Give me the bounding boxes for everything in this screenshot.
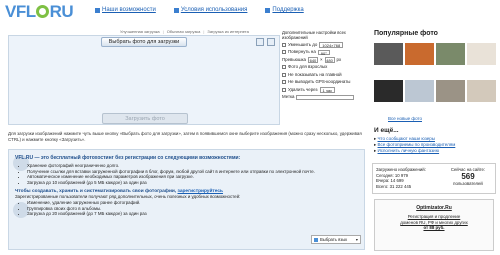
gps-checkbox[interactable]: [282, 80, 286, 85]
note-label: Метка: [282, 94, 295, 100]
more-heading: И ещё...: [374, 127, 399, 134]
stats-box: Загружено изображений: Сегодня: 10 979 В…: [372, 163, 496, 194]
nav-link-features[interactable]: Наши возможности: [102, 7, 156, 13]
online-count: 569: [461, 172, 475, 182]
gps-label: Не выводить GPS-координаты: [288, 79, 351, 85]
hide-main-checkbox[interactable]: [282, 72, 286, 77]
rotate-label: Повернуть на: [288, 49, 316, 55]
all-new-photos-link[interactable]: Все новые фото: [388, 116, 422, 121]
chevron-down-icon: ▾: [355, 236, 358, 242]
upload-options: Дополнительные настройки всех изображени…: [282, 30, 364, 102]
square-bullet-icon: [95, 7, 100, 13]
gps-option: Не выводить GPS-координаты: [282, 79, 364, 87]
square-bullet-icon: [265, 7, 271, 13]
nav-link-support[interactable]: Поддержка: [272, 7, 303, 13]
nav-item-support[interactable]: Поддержка: [265, 7, 304, 13]
tab-url-upload[interactable]: Загрузка из интернета: [207, 29, 248, 34]
preview-unit: px: [336, 56, 342, 62]
delete-select[interactable]: 1 час: [319, 87, 336, 93]
rotate-select[interactable]: 90°: [317, 49, 330, 55]
hide-main-label: Не показывать на главной: [288, 71, 342, 77]
language-selector[interactable]: Выбрать язык ▾: [311, 235, 361, 244]
pick-photo-button[interactable]: Выбрать фото для загрузки: [101, 37, 187, 47]
logo-ring-icon: [36, 5, 50, 18]
square-bullet-icon: [173, 7, 179, 13]
drop-zone[interactable]: [9, 36, 279, 124]
rotate-option: Повернуть на 90°: [282, 49, 364, 57]
popular-photo-thumb[interactable]: [436, 43, 465, 65]
preview-label: Превьюшка: [282, 56, 306, 62]
upload-instructions: Для загрузки изображений нажмите чуть вы…: [8, 131, 362, 142]
list-view-icon[interactable]: [267, 38, 275, 46]
site-logo[interactable]: VFL RU: [5, 2, 74, 22]
features-heading: VFL.RU — это бесплатный фотохостинг без …: [15, 155, 241, 161]
more-link[interactable]: Что сообщают наши юзеры: [378, 136, 435, 141]
popular-photo-thumb[interactable]: [405, 43, 434, 65]
ad-block[interactable]: Optimizator.Ru Регистрация и продление д…: [374, 199, 494, 251]
logo-text-prefix: VFL: [5, 2, 36, 21]
preview-option: Превьюшка 640 × 480 px: [282, 56, 342, 63]
more-links: ▸ Что сообщают наши юзеры ▸ Все фотоприе…: [374, 136, 456, 153]
more-link[interactable]: Все фотоприемы по производителям: [378, 142, 456, 147]
resize-label: Уменьшить до: [288, 41, 318, 47]
delete-checkbox[interactable]: [282, 87, 286, 92]
options-header: Дополнительные настройки всех изображени…: [282, 30, 346, 40]
preview-width-input[interactable]: 640: [307, 57, 318, 63]
delete-option: Удалить через 1 час: [282, 86, 364, 94]
popular-photo-thumb[interactable]: [374, 43, 403, 65]
popular-photo-thumb[interactable]: [405, 80, 434, 102]
register-feature-item: Загрузка до 20 изображений (до 7 МБ кажд…: [27, 211, 360, 217]
resize-select[interactable]: 1024×768: [319, 42, 344, 48]
popular-photo-thumb[interactable]: [436, 80, 465, 102]
popular-photo-thumb[interactable]: [467, 43, 496, 65]
upload-button[interactable]: Загрузить фото: [102, 113, 188, 124]
stats-total: Всего: 31 222 445: [376, 183, 412, 189]
features-list: Хранение фотографий неограниченно долго.…: [15, 163, 360, 185]
resize-checkbox[interactable]: [282, 42, 286, 47]
resize-option: Уменьшить до 1024×768: [282, 41, 364, 49]
nav-item-features[interactable]: Наши возможности: [95, 7, 156, 13]
nav-link-terms[interactable]: Условия использования: [181, 7, 248, 13]
tab-advanced-upload[interactable]: Улучшенная загрузка: [120, 29, 160, 34]
adult-option: Фото для взрослых: [282, 64, 364, 72]
upload-mode-tabs: Улучшенная загрузка | Обычная загрузка |…: [120, 29, 249, 34]
logo-text-suffix: RU: [49, 2, 74, 21]
ad-price: от 88 руб.: [423, 225, 445, 230]
feature-item: Загрузка до 10 изображений (до 5 МБ кажд…: [27, 180, 360, 186]
online-suffix: пользователей: [453, 181, 483, 187]
grid-view-icon[interactable]: [256, 38, 264, 46]
hide-main-option: Не показывать на главной: [282, 71, 364, 79]
adult-checkbox[interactable]: [282, 65, 286, 70]
ad-site[interactable]: Optimizator.Ru: [375, 205, 493, 211]
rotate-checkbox[interactable]: [282, 50, 286, 55]
nav-item-terms[interactable]: Условия использования: [173, 7, 248, 13]
popular-photo-thumb[interactable]: [467, 80, 496, 102]
note-input[interactable]: [296, 94, 355, 100]
popular-photos-heading: Популярные фото: [374, 30, 438, 37]
delete-label: Удалить через: [288, 86, 318, 92]
stats-loaded-label: Загружено изображений:: [376, 167, 426, 172]
popular-photo-thumb[interactable]: [374, 80, 403, 102]
note-option: Метка: [282, 94, 364, 102]
tab-simple-upload[interactable]: Обычная загрузка: [167, 29, 201, 34]
more-link[interactable]: Исполнить личную фантазию: [378, 148, 440, 153]
language-selector-label: Выбрать язык: [320, 236, 348, 242]
top-navigation: Наши возможности Условия использования П…: [95, 7, 318, 13]
google-translate-icon: [314, 237, 318, 242]
register-features-list: Изменение, удаление загруженных ранее фо…: [15, 200, 360, 217]
preview-height-input[interactable]: 480: [324, 57, 335, 63]
adult-label: Фото для взрослых: [288, 64, 328, 70]
